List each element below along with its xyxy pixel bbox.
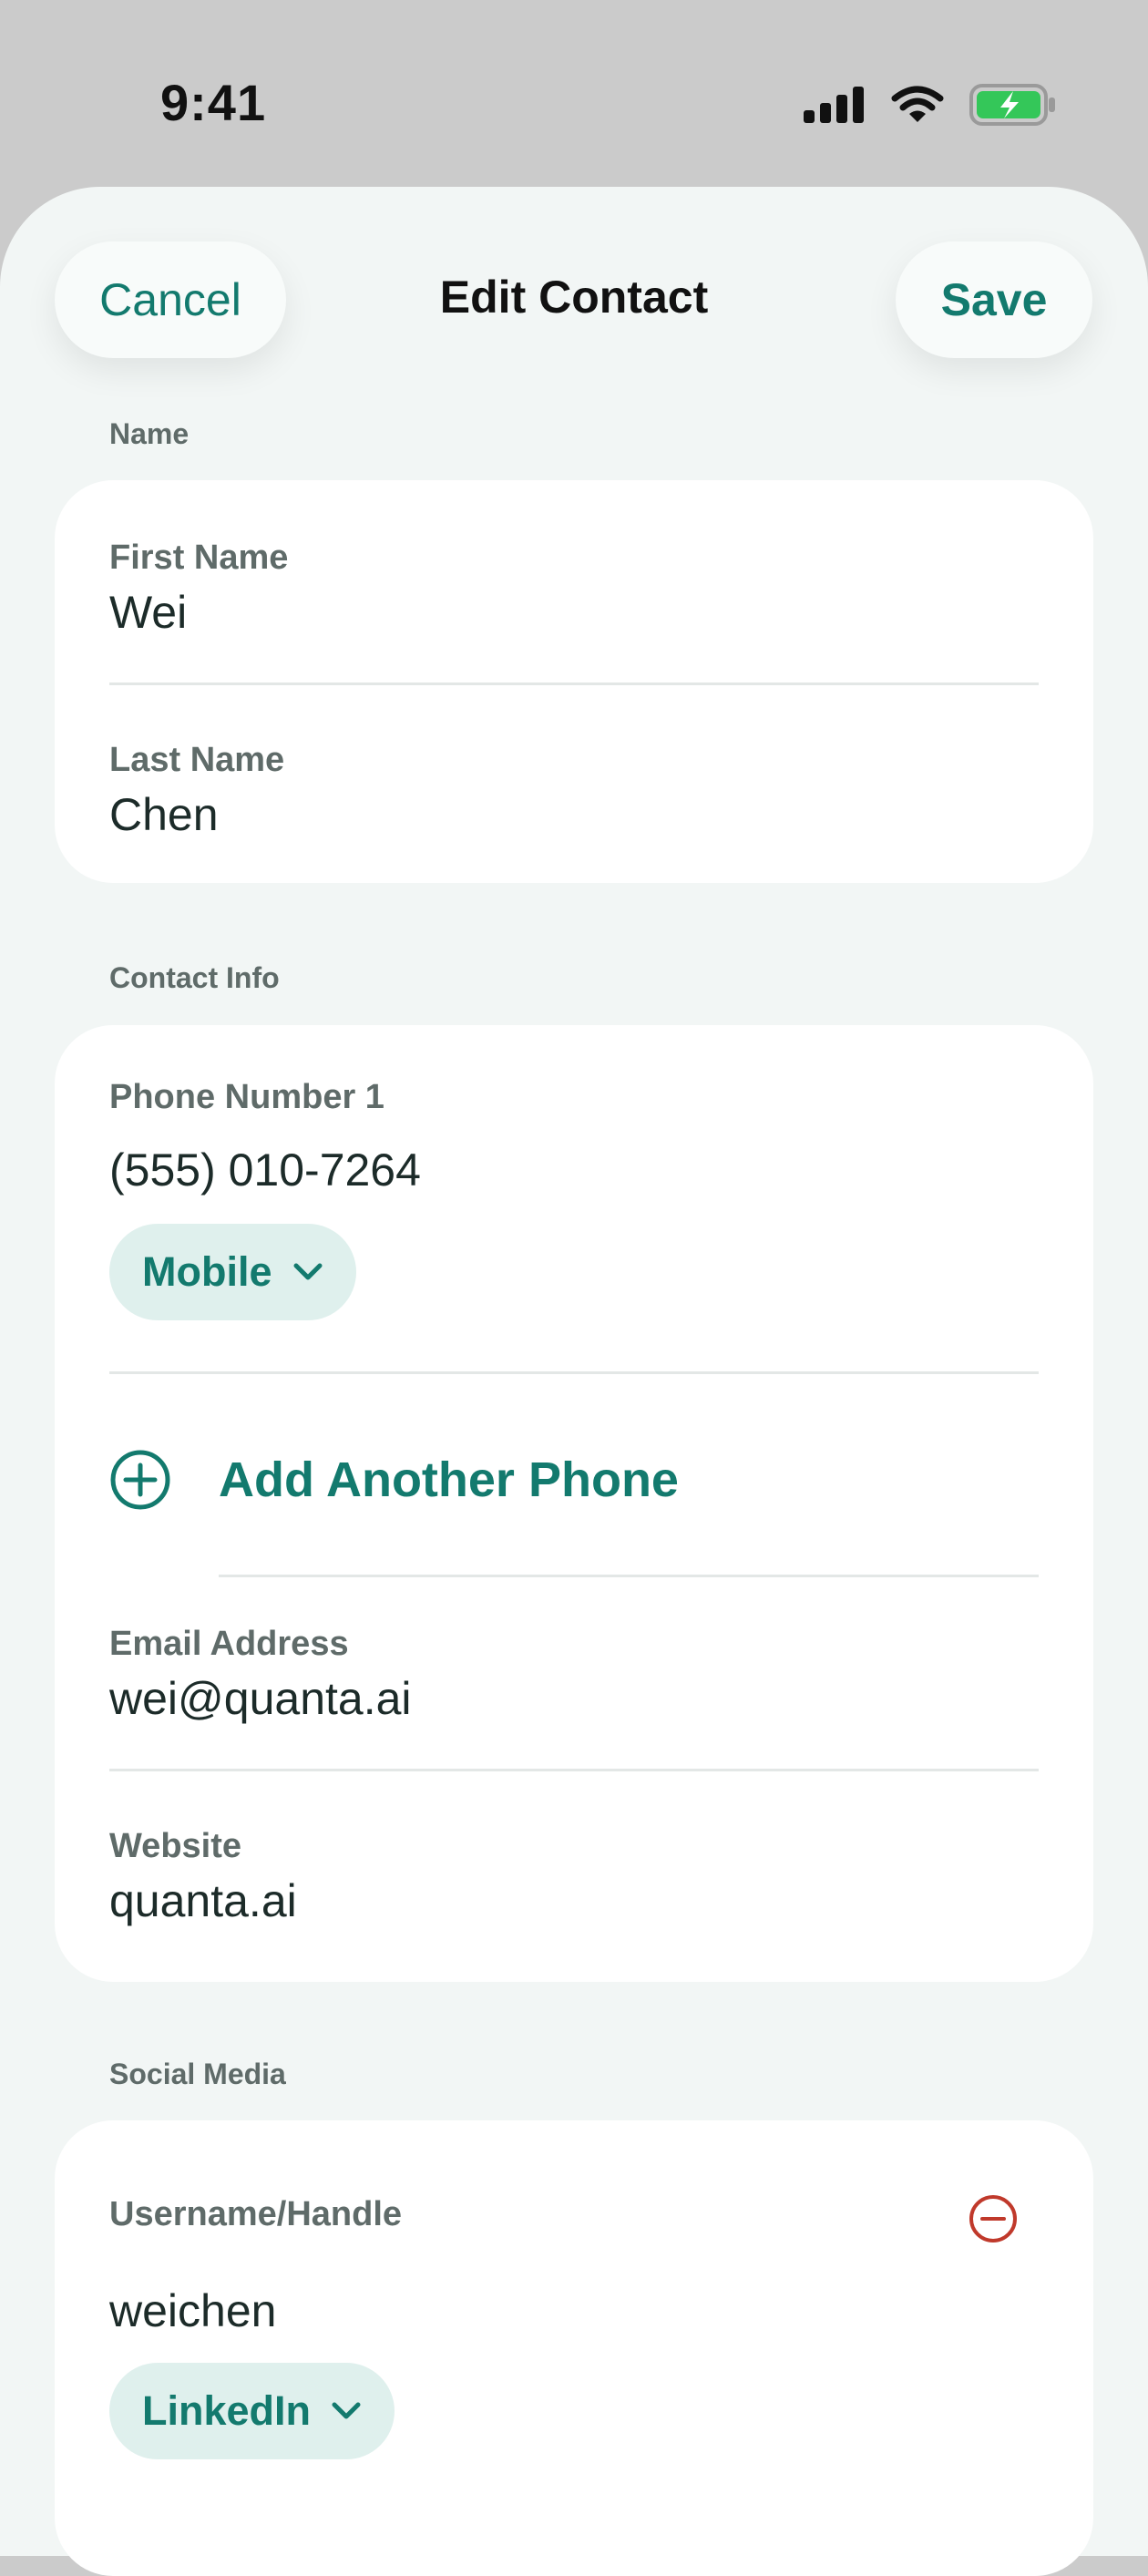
phone-field[interactable]: (555) 010-7264: [109, 1144, 421, 1196]
first-name-field[interactable]: Wei: [109, 586, 187, 639]
phone-type-dropdown[interactable]: Mobile: [109, 1224, 356, 1320]
add-circle-icon: [110, 1450, 170, 1510]
status-icons: [804, 84, 1057, 126]
website-field[interactable]: quanta.ai: [109, 1874, 297, 1927]
divider: [109, 682, 1039, 685]
email-label: Email Address: [109, 1625, 349, 1663]
last-name-label: Last Name: [109, 741, 285, 779]
phone-type-label: Mobile: [142, 1248, 272, 1295]
section-label-contact-info: Contact Info: [109, 961, 280, 994]
section-label-name: Name: [109, 417, 190, 450]
handle-field[interactable]: weichen: [109, 2284, 276, 2337]
handle-label: Username/Handle: [109, 2195, 403, 2233]
email-field[interactable]: wei@quanta.ai: [109, 1672, 412, 1725]
add-phone-button[interactable]: Add Another Phone: [109, 1449, 679, 1511]
battery-charging-icon: [969, 84, 1055, 126]
add-phone-label: Add Another Phone: [219, 1452, 679, 1507]
status-time: 9:41: [160, 74, 267, 131]
remove-icon[interactable]: [968, 2193, 1019, 2244]
phone-label: Phone Number 1: [109, 1078, 384, 1116]
chevron-down-icon: [293, 1263, 322, 1280]
divider: [109, 1371, 1039, 1374]
section-label-social-media: Social Media: [109, 2058, 286, 2090]
chevron-down-icon: [332, 2402, 361, 2419]
name-card: First Name Wei Last Name Chen: [55, 480, 1093, 883]
edit-contact-sheet: Cancel Edit Contact Save Name First Name…: [0, 187, 1148, 2576]
divider: [109, 1769, 1039, 1771]
social-media-card: Username/Handle weichen LinkedIn: [55, 2120, 1093, 2576]
social-platform-label: LinkedIn: [142, 2387, 312, 2434]
wifi-icon: [891, 86, 944, 122]
social-platform-dropdown[interactable]: LinkedIn: [109, 2363, 395, 2459]
first-name-label: First Name: [109, 539, 289, 577]
contact-info-card: Phone Number 1 (555) 010-7264 Mobile Add…: [55, 1025, 1093, 1982]
save-button[interactable]: Save: [896, 241, 1092, 358]
last-name-field[interactable]: Chen: [109, 788, 219, 841]
signal-icon: [804, 87, 864, 123]
website-label: Website: [109, 1827, 242, 1865]
status-bar: 9:41: [0, 0, 1148, 187]
divider: [219, 1575, 1039, 1577]
